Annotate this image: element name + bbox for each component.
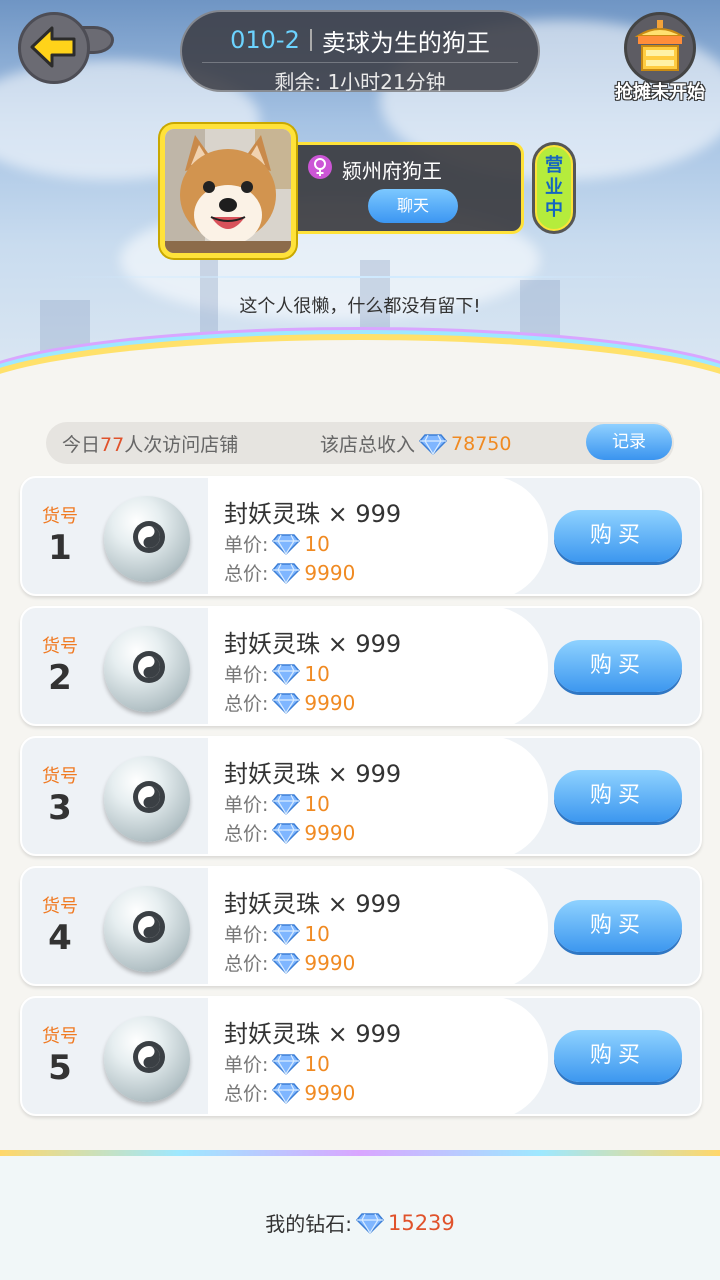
item-name: 封妖灵珠 × 999 [224, 890, 402, 918]
buy-button[interactable]: 购买 [554, 1030, 682, 1082]
diamond-icon [272, 533, 301, 555]
shop-code: 010-2 [230, 26, 300, 54]
visits-stat: 今日77人次访问店铺 [62, 434, 239, 456]
item-number: 2 [48, 658, 72, 698]
chat-button[interactable]: 聊天 [368, 189, 458, 223]
item-name: 封妖灵珠 × 999 [224, 760, 402, 788]
pearl-icon [104, 886, 190, 972]
item-name: 封妖灵珠 × 999 [224, 630, 402, 658]
owner-bio: 这个人很懒，什么都没有留下! [239, 296, 481, 317]
diamond-icon [355, 1212, 384, 1234]
total-price: 总价: 9990 [224, 950, 356, 976]
unit-price: 单价: 10 [224, 791, 330, 817]
stall-button[interactable]: 抢摊未开始 [610, 12, 710, 103]
pearl-icon [104, 756, 190, 842]
business-status-badge: 营业中 [532, 142, 576, 234]
hero-curve [0, 340, 720, 410]
dog-avatar-image [165, 129, 291, 253]
unit-price: 单价: 10 [224, 921, 330, 947]
unit-price: 单价: 10 [224, 661, 330, 687]
back-button[interactable] [18, 12, 114, 84]
goods-item: 货号 5 封妖灵珠 × 999 单价: 10 总价: 9990 购买 [20, 996, 702, 1116]
item-number: 4 [48, 918, 72, 958]
income-stat: 该店总收入 78750 [320, 432, 512, 457]
item-number-label: 货号 [42, 1026, 78, 1047]
item-number: 1 [48, 528, 72, 568]
shop-name: 卖球为生的狗王 [321, 28, 490, 57]
diamond-icon [272, 692, 301, 714]
goods-item: 货号 1 封妖灵珠 × 999 单价: 10 总价: 9990 购买 [20, 476, 702, 596]
my-diamonds: 我的钻石: 15239 [265, 1210, 455, 1237]
item-name: 封妖灵珠 × 999 [224, 1020, 402, 1048]
item-number: 5 [48, 1048, 72, 1088]
unit-price: 单价: 10 [224, 1051, 330, 1077]
avatar[interactable] [160, 124, 296, 258]
diamond-icon [272, 562, 301, 584]
diamond-icon [272, 1082, 301, 1104]
owner-name: 颍州府狗王 [342, 159, 442, 183]
diamond-icon [419, 433, 448, 455]
total-price: 总价: 9990 [224, 690, 356, 716]
diamond-icon [272, 663, 301, 685]
buy-button[interactable]: 购买 [554, 770, 682, 822]
diamond-icon [272, 1053, 301, 1075]
total-price: 总价: 9990 [224, 1080, 356, 1106]
yin-yang-icon [133, 911, 165, 943]
shop-stats-bar: 今日77人次访问店铺 该店总收入 78750 记录 [46, 422, 674, 464]
record-button[interactable]: 记录 [586, 424, 672, 460]
female-icon [308, 155, 332, 179]
remaining-time: 剩余: 1小时21分钟 [274, 70, 446, 94]
item-number-label: 货号 [42, 896, 78, 917]
total-price: 总价: 9990 [224, 820, 356, 846]
yin-yang-icon [133, 651, 165, 683]
yin-yang-icon [133, 521, 165, 553]
goods-item: 货号 4 封妖灵珠 × 999 单价: 10 总价: 9990 购买 [20, 866, 702, 986]
footer-bar: 我的钻石: 15239 [0, 1150, 720, 1280]
item-number-label: 货号 [42, 636, 78, 657]
item-name: 封妖灵珠 × 999 [224, 500, 402, 528]
diamond-icon [272, 952, 301, 974]
shop-title-panel: 010-2 卖球为生的狗王 剩余: 1小时21分钟 [180, 10, 540, 94]
unit-price: 单价: 10 [224, 531, 330, 557]
item-number: 3 [48, 788, 72, 828]
buy-button[interactable]: 购买 [554, 640, 682, 692]
item-number-label: 货号 [42, 766, 78, 787]
item-number-label: 货号 [42, 506, 78, 527]
diamond-icon [272, 822, 301, 844]
pearl-icon [104, 626, 190, 712]
total-price: 总价: 9990 [224, 560, 356, 586]
buy-button[interactable]: 购买 [554, 510, 682, 562]
pearl-icon [104, 496, 190, 582]
stall-icon [634, 20, 686, 71]
back-arrow-icon [30, 26, 76, 68]
diamond-icon [272, 793, 301, 815]
stall-status-label: 抢摊未开始 [615, 82, 705, 103]
buy-button[interactable]: 购买 [554, 900, 682, 952]
goods-item: 货号 3 封妖灵珠 × 999 单价: 10 总价: 9990 购买 [20, 736, 702, 856]
yin-yang-icon [133, 781, 165, 813]
goods-item: 货号 2 封妖灵珠 × 999 单价: 10 总价: 9990 购买 [20, 606, 702, 726]
owner-info-panel: 颍州府狗王 聊天 [290, 142, 524, 234]
diamond-icon [272, 923, 301, 945]
pearl-icon [104, 1016, 190, 1102]
yin-yang-icon [133, 1041, 165, 1073]
